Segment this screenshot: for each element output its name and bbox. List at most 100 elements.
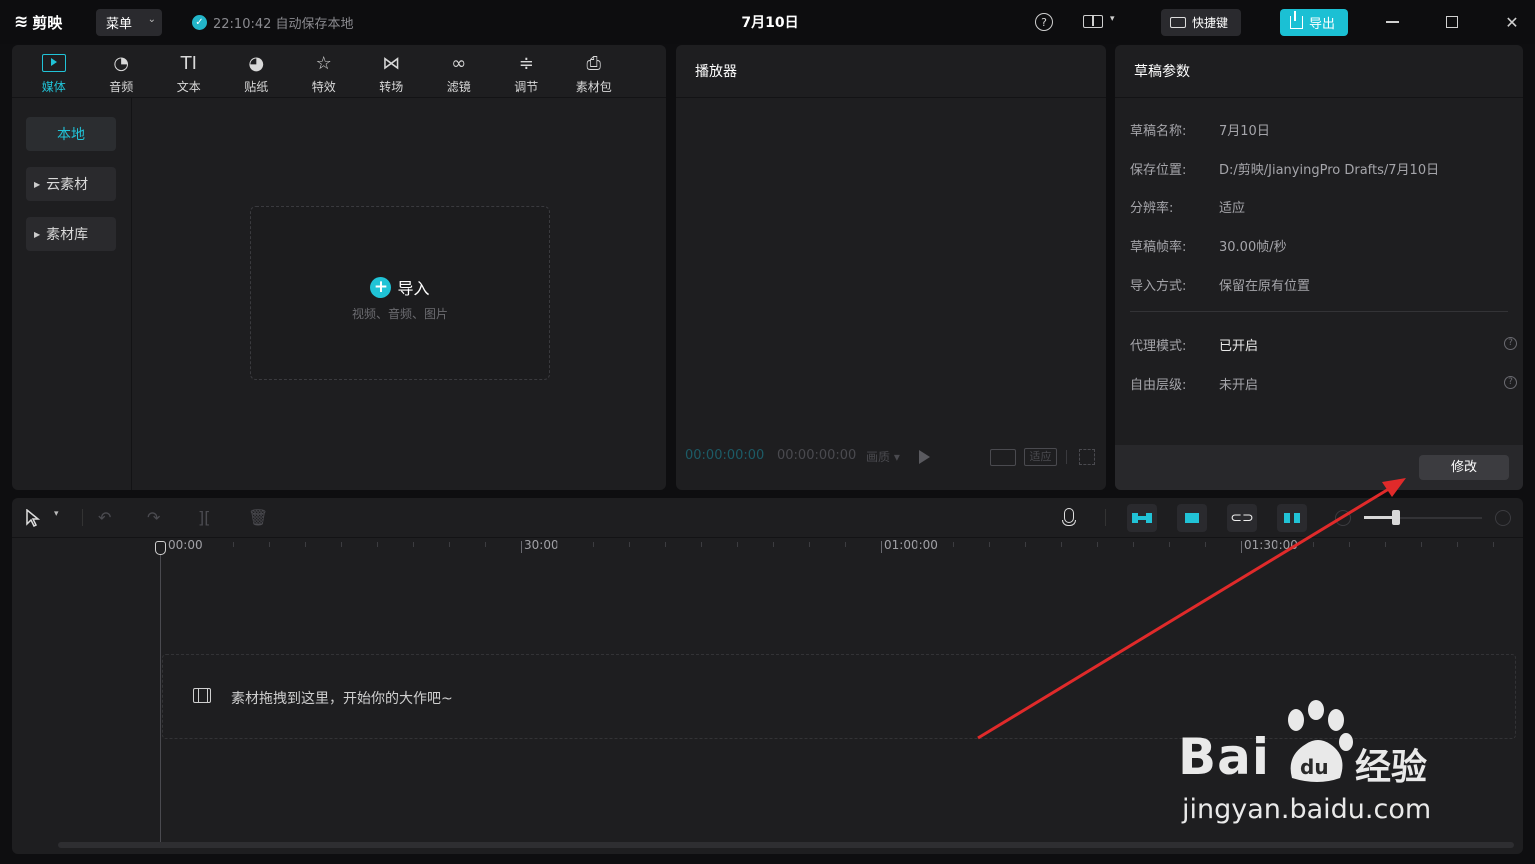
row-value: 适应 — [1219, 201, 1246, 216]
effects-icon: ☆ — [315, 53, 332, 74]
redo-icon[interactable]: ↷ — [147, 508, 160, 527]
playhead-line — [160, 542, 161, 842]
sidebar-item-label: 本地 — [57, 127, 85, 143]
row-key: 草稿名称: — [1130, 124, 1187, 139]
delete-icon[interactable]: 🗑 — [248, 508, 268, 527]
keyboard-icon — [1170, 17, 1186, 28]
ruler-tick — [1097, 542, 1098, 547]
tab-label: 媒体 — [41, 80, 66, 94]
ruler-tick — [1457, 542, 1458, 547]
sidebar-item-cloud[interactable]: ▶ 云素材 — [26, 167, 116, 201]
draft-row-proxy: 代理模式: 已开启 ? — [1130, 335, 1517, 355]
undo-icon[interactable]: ↶ — [98, 508, 111, 527]
menu-button[interactable]: 菜单 ⌄ — [96, 9, 162, 36]
row-value: D:/剪映/JianyingPro Drafts/7月10日 — [1219, 163, 1440, 178]
help-icon[interactable]: ? — [1504, 337, 1517, 350]
plus-icon: + — [370, 276, 392, 298]
tab-effects[interactable]: ☆ 特效 — [290, 45, 358, 98]
export-button[interactable]: 导出 — [1280, 9, 1348, 36]
tab-label: 转场 — [379, 80, 404, 94]
zoom-slider-handle[interactable] — [1392, 510, 1400, 525]
app-name: 剪映 — [32, 13, 63, 32]
minimize-button[interactable] — [1381, 11, 1403, 33]
sidebar-item-library[interactable]: ▶ 素材库 — [26, 217, 116, 251]
zoom-out-icon[interactable] — [1335, 510, 1351, 526]
tab-filter[interactable]: ∞ 滤镜 — [425, 45, 493, 98]
fullscreen-icon[interactable] — [1079, 449, 1095, 465]
ruler-tick — [449, 542, 450, 547]
chevron-down-icon[interactable]: ▾ — [1110, 14, 1115, 24]
divider — [1066, 450, 1067, 464]
ruler-label: 01:30:00 — [1244, 538, 1298, 552]
preview-axis-button[interactable] — [1277, 504, 1307, 532]
timeline-ruler[interactable]: 00:00 30:00 01:00:00 01:30:00 — [12, 538, 1523, 556]
ruler-tick — [629, 542, 630, 547]
tab-adjust[interactable]: ≑ 调节 — [493, 45, 561, 98]
transition-icon: ⋈ — [382, 53, 401, 74]
help-icon[interactable]: ? — [1035, 13, 1053, 31]
player-controls: 00:00:00:00 00:00:00:00 画质 ▾ 适应 — [676, 445, 1106, 469]
ruler-tick — [1061, 542, 1062, 547]
ruler-tick — [665, 542, 666, 547]
split-icon[interactable]: ][ — [198, 508, 210, 527]
link-button[interactable]: ⊂⊃ — [1227, 504, 1257, 532]
waveform-icon[interactable] — [990, 449, 1016, 466]
ruler-tick — [881, 541, 882, 553]
fit-button[interactable]: 适应 — [1024, 448, 1057, 466]
tab-media[interactable]: 媒体 — [20, 45, 88, 98]
quality-dropdown[interactable]: 画质 ▾ — [866, 448, 900, 465]
tab-text[interactable]: TI 文本 — [155, 45, 223, 98]
chevron-down-icon: ⌄ — [147, 14, 156, 25]
main-track-magnet-button[interactable] — [1127, 504, 1157, 532]
tab-package[interactable]: ⎙ 素材包 — [560, 45, 628, 98]
quality-label: 画质 — [866, 450, 891, 464]
help-icon[interactable]: ? — [1504, 376, 1517, 389]
shortcut-button[interactable]: 快捷键 — [1161, 9, 1241, 36]
package-icon: ⎙ — [586, 53, 601, 74]
ruler-tick — [305, 542, 306, 547]
autosave-status: ✓ 22:10:42 自动保存本地 — [192, 13, 354, 32]
media-panel: 媒体 ◔ 音频 TI 文本 ◕ 贴纸 ☆ 特效 ⋈ 转场 ∞ 滤镜 ≑ 调节 ⎙… — [12, 45, 666, 490]
tab-audio[interactable]: ◔ 音频 — [88, 45, 156, 98]
media-toolbar: 媒体 ◔ 音频 TI 文本 ◕ 贴纸 ☆ 特效 ⋈ 转场 ∞ 滤镜 ≑ 调节 ⎙… — [12, 45, 666, 98]
export-icon — [1290, 11, 1303, 29]
tab-transition[interactable]: ⋈ 转场 — [358, 45, 426, 98]
sidebar-item-local[interactable]: 本地 — [26, 117, 116, 151]
import-dropzone[interactable]: + 导入 视频、音频、图片 — [250, 206, 550, 380]
player-panel: 播放器 00:00:00:00 00:00:00:00 画质 ▾ 适应 — [676, 45, 1106, 490]
row-key: 保存位置: — [1130, 163, 1187, 178]
chevron-down-icon[interactable]: ▾ — [54, 509, 59, 519]
draft-footer: 修改 — [1115, 445, 1523, 490]
shortcut-label: 快捷键 — [1192, 16, 1229, 30]
timecode-current: 00:00:00:00 — [685, 448, 765, 463]
import-button[interactable]: + 导入 — [251, 275, 549, 299]
tab-label: 滤镜 — [446, 80, 471, 94]
timeline-scrollbar[interactable] — [58, 842, 1514, 848]
tab-sticker[interactable]: ◕ 贴纸 — [223, 45, 291, 98]
ruler-tick — [1241, 541, 1242, 553]
ruler-tick — [233, 542, 234, 547]
auto-snap-button[interactable] — [1177, 504, 1207, 532]
layout-icon[interactable] — [1083, 15, 1103, 28]
row-key: 代理模式: — [1130, 339, 1187, 354]
ruler-tick — [197, 542, 198, 547]
select-cursor-icon[interactable] — [26, 509, 40, 527]
playhead-handle[interactable] — [155, 541, 166, 555]
divider — [1105, 509, 1106, 526]
timecode-total: 00:00:00:00 — [777, 448, 857, 463]
zoom-in-icon[interactable] — [1495, 510, 1511, 526]
maximize-icon — [1446, 16, 1458, 28]
ruler-tick — [1349, 542, 1350, 547]
play-icon[interactable] — [919, 450, 930, 464]
close-icon: ✕ — [1505, 12, 1519, 32]
ruler-tick — [557, 542, 558, 547]
sidebar-item-label: 素材库 — [46, 227, 89, 243]
watermark-url: jingyan.baidu.com — [1182, 794, 1432, 825]
ruler-tick — [413, 542, 414, 547]
close-button[interactable]: ✕ — [1501, 11, 1523, 33]
row-key: 导入方式: — [1130, 279, 1187, 294]
modify-button[interactable]: 修改 — [1419, 455, 1509, 480]
autosave-text: 22:10:42 自动保存本地 — [213, 17, 354, 32]
maximize-button[interactable] — [1441, 11, 1463, 33]
minimize-icon — [1385, 21, 1399, 23]
